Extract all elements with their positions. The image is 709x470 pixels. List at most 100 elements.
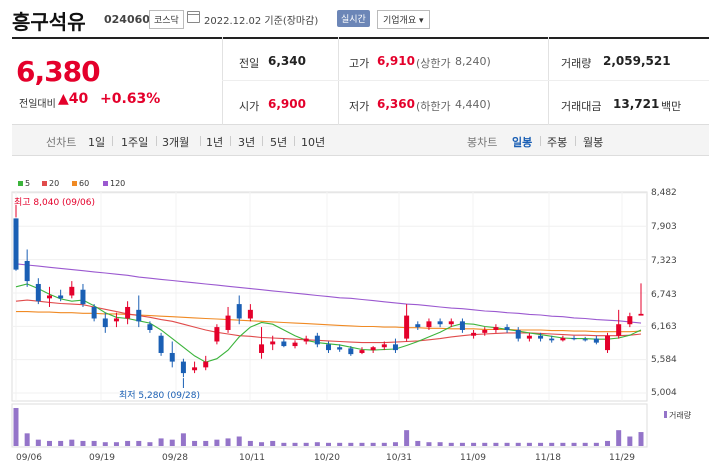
x-tick: 10/20 <box>314 453 340 463</box>
x-tick: 11/09 <box>460 453 486 463</box>
candle-body <box>147 324 153 330</box>
volume-bar <box>24 433 30 446</box>
volume-bar <box>13 408 19 446</box>
volume-axis-text: 거래량 <box>669 411 692 420</box>
volume-bar <box>58 440 64 446</box>
volume-bar <box>113 442 119 446</box>
candle-body <box>593 338 599 343</box>
volume-bar <box>91 440 97 446</box>
volume-bar <box>359 442 365 446</box>
candle-body <box>303 338 309 342</box>
candle-body <box>125 306 131 319</box>
candle-body <box>381 344 387 348</box>
volume-bar <box>348 442 354 446</box>
x-tick: 10/31 <box>386 453 412 463</box>
candle-body <box>35 283 41 302</box>
annotations <box>15 205 184 388</box>
candle-body <box>515 329 521 339</box>
volume-bar <box>627 436 633 446</box>
high-annotation: 최고 8,040 (09/06) <box>14 198 96 208</box>
volume-bar <box>236 436 242 446</box>
candle-body <box>504 327 510 330</box>
volume-bar <box>638 432 644 446</box>
volume-bar <box>314 442 320 446</box>
y-tick: 5,004 <box>651 388 677 398</box>
low-annotation: 최저 5,280 (09/28) <box>119 391 201 401</box>
stock-chart <box>11 191 648 448</box>
candle-body <box>80 289 86 305</box>
volume-bar <box>326 442 331 446</box>
y-tick: 7,903 <box>651 222 677 232</box>
volume-bar <box>136 440 142 446</box>
volume-bar <box>80 440 86 446</box>
x-tick: 09/06 <box>16 453 42 463</box>
volume-bar <box>158 438 164 446</box>
candle-body <box>370 347 376 351</box>
volume-bar <box>593 442 599 446</box>
candle-body <box>136 309 142 322</box>
volume-bar <box>203 440 209 446</box>
candle-body <box>113 318 119 322</box>
candle-body <box>69 286 75 296</box>
candle-body <box>571 338 577 340</box>
candle-body <box>404 315 410 339</box>
volume-bar <box>515 442 521 446</box>
candle-body <box>259 344 265 353</box>
volume-bar <box>69 439 75 446</box>
volume-bar <box>169 439 175 446</box>
volume-bar <box>415 440 421 446</box>
volume-bar <box>292 442 298 446</box>
y-tick: 6,163 <box>651 322 677 332</box>
volume-bar <box>605 440 611 446</box>
candle-body <box>415 324 421 328</box>
candle-body <box>459 321 465 330</box>
candle-body <box>180 361 186 374</box>
candle-body <box>348 348 354 355</box>
x-tick: 10/11 <box>239 453 265 463</box>
volume-bar <box>471 442 477 446</box>
volume-bar <box>46 440 52 446</box>
volume-bar <box>147 442 153 446</box>
candle-body <box>158 335 164 353</box>
volume-bar <box>560 442 566 446</box>
volume-bar <box>370 442 376 446</box>
x-tick: 09/19 <box>89 453 115 463</box>
candle-body <box>337 347 343 350</box>
candle-body <box>493 327 499 330</box>
volume-swatch <box>664 411 667 418</box>
volume-bar <box>582 442 588 446</box>
volume-axis-label: 거래량 <box>664 410 691 421</box>
candle-body <box>225 315 231 330</box>
candle-body <box>437 321 443 325</box>
volume-bar <box>549 442 555 446</box>
candle-body <box>13 218 19 270</box>
volume-bar <box>404 430 410 446</box>
volume-bar <box>459 442 465 446</box>
volume-bar <box>392 442 398 446</box>
volume-bar <box>337 442 343 446</box>
candle-body <box>169 352 175 362</box>
volume-bar <box>102 442 108 446</box>
candle-body <box>359 350 365 353</box>
candle-body <box>538 335 544 339</box>
volume-bar <box>247 440 253 446</box>
candle-body <box>236 304 242 319</box>
candle-body <box>638 313 644 316</box>
volume-bar <box>504 442 510 446</box>
volume-bar <box>426 442 432 446</box>
volume-bar <box>125 440 131 446</box>
candle-body <box>192 367 198 371</box>
y-tick: 8,482 <box>651 188 677 198</box>
candle-body <box>471 332 477 336</box>
volume-bar <box>225 438 231 446</box>
volume-bar <box>538 442 544 446</box>
volume-bars <box>13 408 644 446</box>
y-tick: 7,323 <box>651 256 677 266</box>
y-tick: 6,743 <box>651 290 677 300</box>
volume-frame <box>11 403 648 448</box>
volume-bar <box>571 442 577 446</box>
candle-body <box>292 342 298 347</box>
volume-bar <box>448 442 454 446</box>
candle-body <box>582 339 588 341</box>
volume-bar <box>180 433 186 446</box>
